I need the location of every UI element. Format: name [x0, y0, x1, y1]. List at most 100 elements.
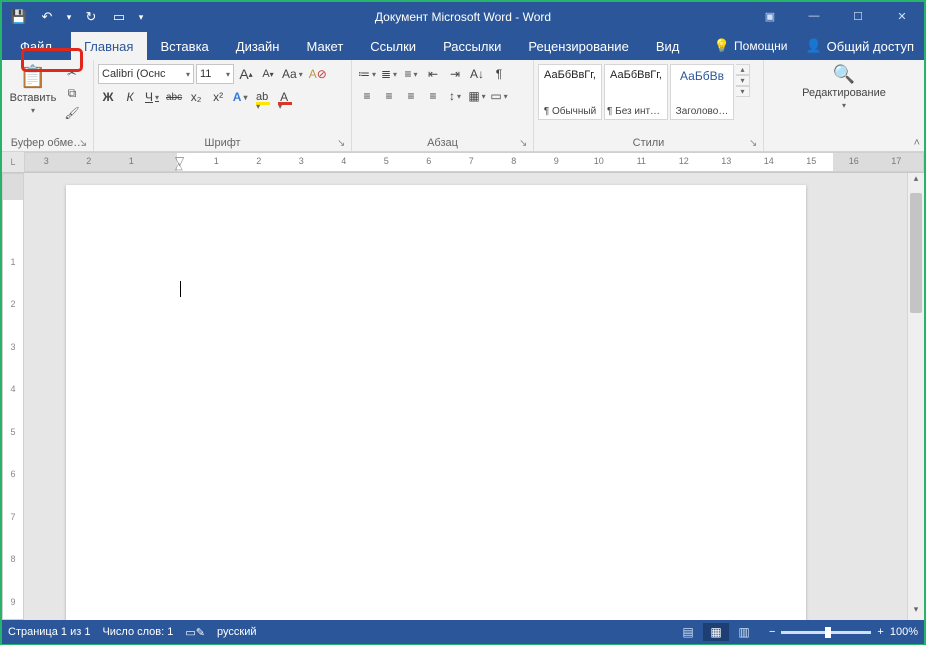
tab-insert[interactable]: Вставка	[147, 32, 222, 60]
tab-review[interactable]: Рецензирование	[515, 32, 642, 60]
tab-file[interactable]: Файл	[2, 32, 71, 60]
status-words[interactable]: Число слов: 1	[102, 626, 173, 638]
styles-gallery-scroll[interactable]: ▴ ▾ ▾	[736, 64, 750, 97]
strikethrough-button[interactable]: abc	[164, 87, 184, 107]
underline-button[interactable]: Ч	[142, 87, 162, 107]
undo-icon[interactable]: ↶	[34, 5, 60, 29]
ruler-tick: 2	[3, 285, 23, 328]
zoom-slider[interactable]	[781, 631, 871, 634]
align-left-icon[interactable]: ≡	[356, 86, 378, 106]
status-language[interactable]: русский	[217, 626, 256, 638]
copy-icon[interactable]: ⧉	[62, 84, 82, 102]
shading-button[interactable]: ▦	[466, 86, 488, 106]
close-icon[interactable]: ✕	[880, 2, 924, 30]
horizontal-ruler[interactable]: 3211234567891011121314151617 ▽ △	[24, 152, 924, 172]
tab-layout[interactable]: Макет	[293, 32, 357, 60]
ruler-tick: 12	[663, 156, 706, 166]
styles-expand-icon[interactable]: ▾	[736, 86, 750, 97]
paste-button[interactable]: 📋 Вставить ▾	[6, 62, 60, 136]
subscript-button[interactable]: x₂	[186, 87, 206, 107]
group-styles: АаБбВвГг, ¶ Обычный АаБбВвГг, ¶ Без инте…	[534, 60, 764, 151]
ruler-tick: 5	[365, 156, 408, 166]
borders-button[interactable]: ▭	[488, 86, 510, 106]
text-effects-button[interactable]: A	[230, 87, 250, 107]
bullets-button[interactable]: ≔	[356, 64, 378, 84]
redo-icon[interactable]: ↻	[78, 5, 104, 29]
page[interactable]	[66, 185, 806, 620]
multilevel-button[interactable]: ≡	[400, 64, 422, 84]
styles-launcher-icon[interactable]: ↘	[749, 138, 761, 150]
change-case-button[interactable]: Aa	[280, 64, 305, 84]
tab-mailings[interactable]: Рассылки	[430, 32, 515, 60]
maximize-icon[interactable]: ☐	[836, 2, 880, 30]
share-icon: 👤	[805, 38, 821, 54]
highlight-button[interactable]: ab	[252, 87, 272, 107]
editing-button[interactable]: 🔍 Редактирование ▾	[789, 62, 899, 136]
styles-scroll-up-icon[interactable]: ▴	[736, 64, 750, 75]
sort-icon[interactable]: A↓	[466, 64, 488, 84]
clipboard-launcher-icon[interactable]: ↘	[79, 138, 91, 150]
status-page[interactable]: Страница 1 из 1	[8, 626, 90, 638]
styles-group-label: Стили	[538, 136, 759, 151]
zoom-value[interactable]: 100%	[890, 626, 918, 638]
italic-button[interactable]: К	[120, 87, 140, 107]
horizontal-ruler-row: L 3211234567891011121314151617 ▽ △	[2, 152, 924, 173]
tell-me-label[interactable]: Помощни	[734, 39, 787, 53]
numbering-button[interactable]: ≣	[378, 64, 400, 84]
style-no-spacing[interactable]: АаБбВвГг, ¶ Без инте…	[604, 64, 668, 120]
zoom-in-icon[interactable]: +	[877, 626, 883, 638]
zoom-out-icon[interactable]: −	[769, 626, 775, 638]
read-mode-icon[interactable]: ▤	[675, 623, 701, 641]
save-icon[interactable]: 💾	[6, 5, 32, 29]
document-pane[interactable]	[24, 173, 907, 620]
group-clipboard: 📋 Вставить ▾ ✂ ⧉ 🖌 Буфер обме… ↘	[2, 60, 94, 151]
justify-icon[interactable]: ≡	[422, 86, 444, 106]
minimize-icon[interactable]: —	[792, 2, 836, 30]
ribbon-options-icon[interactable]: ▣	[748, 2, 792, 30]
align-center-icon[interactable]: ≡	[378, 86, 400, 106]
shrink-font-icon[interactable]: A▾	[258, 64, 278, 84]
hanging-indent-icon[interactable]: △	[175, 161, 183, 172]
show-marks-icon[interactable]: ¶	[488, 64, 510, 84]
styles-scroll-down-icon[interactable]: ▾	[736, 75, 750, 86]
font-launcher-icon[interactable]: ↘	[337, 138, 349, 150]
share-button[interactable]: 👤 Общий доступ	[795, 32, 924, 60]
tab-home[interactable]: Главная	[71, 32, 147, 60]
paragraph-launcher-icon[interactable]: ↘	[519, 138, 531, 150]
tell-me-icon[interactable]: 💡	[714, 38, 730, 54]
superscript-button[interactable]: x²	[208, 87, 228, 107]
decrease-indent-icon[interactable]: ⇤	[422, 64, 444, 84]
view-buttons: ▤ ▦ ▥	[675, 623, 757, 641]
style-heading1[interactable]: АаБбВв Заголово…	[670, 64, 734, 120]
tab-view[interactable]: Вид	[643, 32, 694, 60]
new-doc-icon[interactable]: ▭	[106, 5, 132, 29]
print-layout-icon[interactable]: ▦	[703, 623, 729, 641]
align-right-icon[interactable]: ≡	[400, 86, 422, 106]
web-layout-icon[interactable]: ▥	[731, 623, 757, 641]
proofing-icon[interactable]: ▭✎	[185, 626, 205, 639]
vertical-ruler[interactable]: 123456789	[2, 173, 24, 620]
increase-indent-icon[interactable]: ⇥	[444, 64, 466, 84]
font-color-button[interactable]: A	[274, 87, 294, 107]
scroll-up-icon[interactable]: ▴	[908, 173, 924, 189]
vertical-scrollbar[interactable]: ▴ ▾	[907, 173, 924, 620]
scroll-down-icon[interactable]: ▾	[908, 604, 924, 620]
cut-icon[interactable]: ✂	[62, 64, 82, 82]
ruler-tick: 15	[790, 156, 833, 166]
format-painter-icon[interactable]: 🖌	[62, 104, 82, 122]
grow-font-icon[interactable]: A▴	[236, 64, 256, 84]
scroll-thumb[interactable]	[910, 193, 922, 313]
undo-dropdown-icon[interactable]: ▾	[62, 5, 76, 29]
editing-label: Редактирование	[802, 87, 886, 99]
font-size-combo[interactable]: 11▾	[196, 64, 234, 84]
collapse-ribbon-icon[interactable]: ˄	[914, 137, 920, 149]
tab-references[interactable]: Ссылки	[357, 32, 430, 60]
clear-formatting-icon[interactable]: A⊘	[307, 64, 329, 84]
bold-button[interactable]: Ж	[98, 87, 118, 107]
style-normal[interactable]: АаБбВвГг, ¶ Обычный	[538, 64, 602, 120]
qat-customize-icon[interactable]: ▾	[134, 5, 148, 29]
tab-design[interactable]: Дизайн	[223, 32, 294, 60]
ruler-corner: L	[2, 152, 24, 172]
font-name-combo[interactable]: Calibri (Оснс▾	[98, 64, 194, 84]
line-spacing-button[interactable]: ↕	[444, 86, 466, 106]
